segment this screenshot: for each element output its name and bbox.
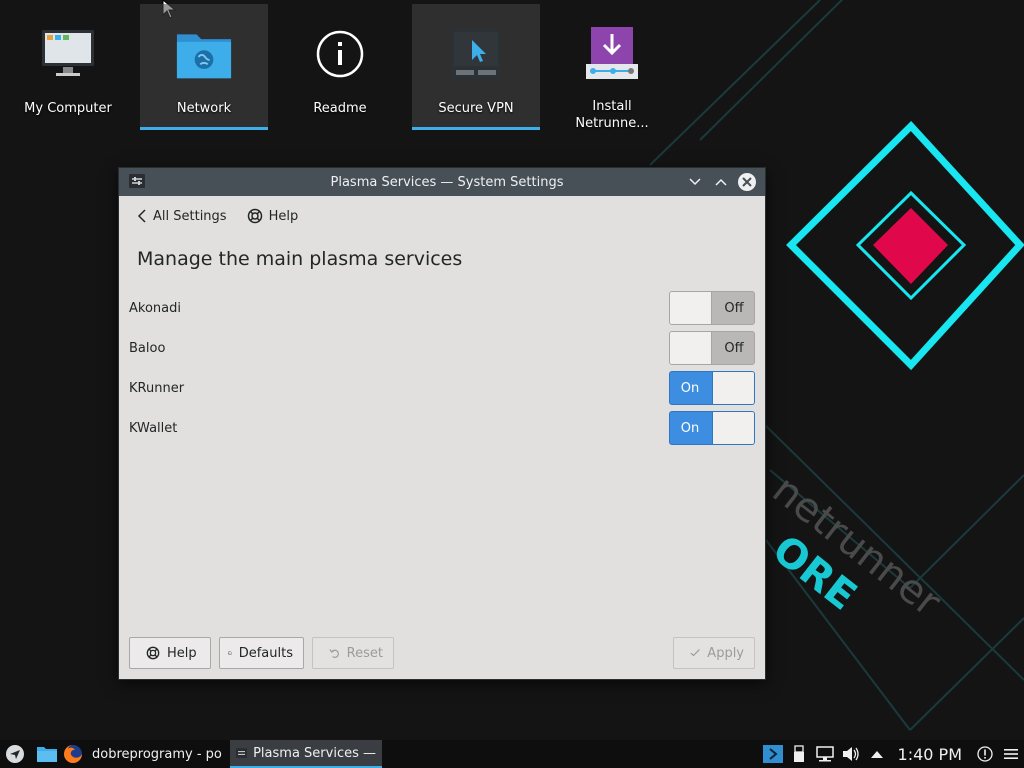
reset-button[interactable]: Reset [312, 637, 394, 669]
desktop-icon-install-netrunner[interactable]: Install Netrunne... [548, 4, 676, 131]
undo-icon [329, 649, 339, 658]
all-settings-label: All Settings [153, 208, 227, 224]
panel-menu-button[interactable] [998, 740, 1024, 768]
notifications-button[interactable] [972, 740, 998, 768]
reset-label: Reset [346, 645, 383, 661]
defaults-label: Defaults [238, 645, 293, 661]
firefox-launcher[interactable] [60, 740, 86, 768]
volume-icon [842, 747, 859, 761]
minimize-button[interactable] [685, 172, 705, 192]
desktop-icon-label: My Computer [24, 101, 112, 116]
toggle-state: On [680, 380, 700, 396]
toggle-knob [670, 292, 712, 324]
tray-vpn-button[interactable] [760, 740, 786, 768]
task-dobreprogramy[interactable]: dobreprogramy - po [86, 740, 230, 768]
help-lifebuoy-icon [146, 646, 160, 660]
tray-expand-button[interactable] [864, 740, 890, 768]
application-launcher-button[interactable] [0, 740, 30, 768]
close-icon [738, 173, 756, 191]
chevron-left-icon [137, 209, 146, 223]
desktop-icon-label: Readme [313, 101, 367, 116]
tray-network-button[interactable] [812, 740, 838, 768]
akonadi-toggle[interactable]: Off [669, 291, 755, 325]
toggle-state: Off [724, 300, 744, 316]
defaults-button[interactable]: Defaults [219, 637, 304, 669]
desktop-icon-secure-vpn[interactable]: Secure VPN [412, 4, 540, 130]
nav-help-button[interactable]: Help [247, 208, 299, 224]
baloo-toggle[interactable]: Off [669, 331, 755, 365]
desktop-icon-my-computer[interactable]: My Computer [4, 4, 132, 130]
notification-icon [977, 746, 993, 762]
service-name: KRunner [129, 380, 185, 396]
computer-icon [40, 26, 96, 82]
service-name: Baloo [129, 340, 166, 356]
service-row-krunner: KRunner On [119, 368, 765, 408]
info-icon [312, 26, 368, 82]
folder-icon [37, 747, 57, 762]
usb-icon [793, 745, 804, 762]
tray-usb-button[interactable] [786, 740, 812, 768]
service-name: Akonadi [129, 300, 181, 316]
toggle-state: On [680, 420, 700, 436]
file-manager-launcher[interactable] [34, 740, 60, 768]
document-restore-icon [228, 651, 232, 655]
vpn-icon [448, 26, 504, 82]
page-heading: Manage the main plasma services [137, 248, 463, 270]
chevron-up-icon [715, 178, 727, 186]
toggle-knob [670, 332, 712, 364]
system-tray: 1:40 PM [760, 740, 1024, 768]
clock[interactable]: 1:40 PM [898, 745, 962, 764]
installer-icon [584, 26, 640, 80]
firefox-icon [64, 745, 82, 763]
toggle-knob [712, 412, 754, 444]
system-settings-window[interactable]: Plasma Services — System Settings All Se… [118, 167, 766, 680]
footer-help-button[interactable]: Help [129, 637, 211, 669]
vpn-tray-icon [762, 745, 783, 763]
apply-label: Apply [707, 645, 744, 661]
checkmark-icon [690, 649, 700, 657]
service-row-kwallet: KWallet On [119, 408, 765, 448]
window-footer: Help Defaults Reset Apply [129, 637, 755, 669]
task-label: Plasma Services — [253, 745, 376, 761]
nav-help-label: Help [268, 208, 299, 224]
toggle-state: Off [724, 340, 744, 356]
desktop-icon-readme[interactable]: Readme [276, 4, 404, 130]
toggle-knob [712, 372, 754, 404]
tray-volume-button[interactable] [838, 740, 864, 768]
window-title: Plasma Services — System Settings [330, 174, 564, 190]
launcher-icon [6, 745, 24, 763]
all-settings-button[interactable]: All Settings [137, 209, 227, 224]
krunner-toggle[interactable]: On [669, 371, 755, 405]
kwallet-toggle[interactable]: On [669, 411, 755, 445]
desktop-icon-label: Secure VPN [438, 101, 514, 116]
close-button[interactable] [737, 172, 757, 192]
desktop-icon-label: Install Netrunne... [575, 99, 649, 131]
desktop-icon-network[interactable]: Network [140, 4, 268, 130]
help-lifebuoy-icon [247, 208, 262, 224]
service-row-baloo: Baloo Off [119, 328, 765, 368]
hamburger-menu-icon [1004, 749, 1018, 759]
maximize-button[interactable] [711, 172, 731, 192]
window-nav-bar: All Settings Help [119, 196, 765, 236]
network-wired-icon [815, 746, 834, 762]
window-titlebar[interactable]: Plasma Services — System Settings [119, 168, 765, 196]
service-row-akonadi: Akonadi Off [119, 288, 765, 328]
task-label: dobreprogramy - po [92, 746, 222, 762]
apply-button[interactable]: Apply [673, 637, 755, 669]
task-plasma-services[interactable]: Plasma Services — [230, 740, 382, 768]
settings-app-icon[interactable] [129, 174, 145, 192]
settings-app-icon [236, 748, 248, 758]
chevron-down-icon [689, 178, 701, 186]
desktop-icon-label: Network [176, 101, 232, 116]
taskbar: dobreprogramy - po Plasma Services — 1:4… [0, 740, 1024, 768]
services-list: Akonadi Off Baloo Off KRunner On KWallet… [119, 288, 765, 448]
service-name: KWallet [129, 420, 178, 436]
triangle-up-icon [870, 751, 883, 758]
network-folder-icon [176, 26, 232, 82]
footer-help-label: Help [167, 645, 197, 661]
